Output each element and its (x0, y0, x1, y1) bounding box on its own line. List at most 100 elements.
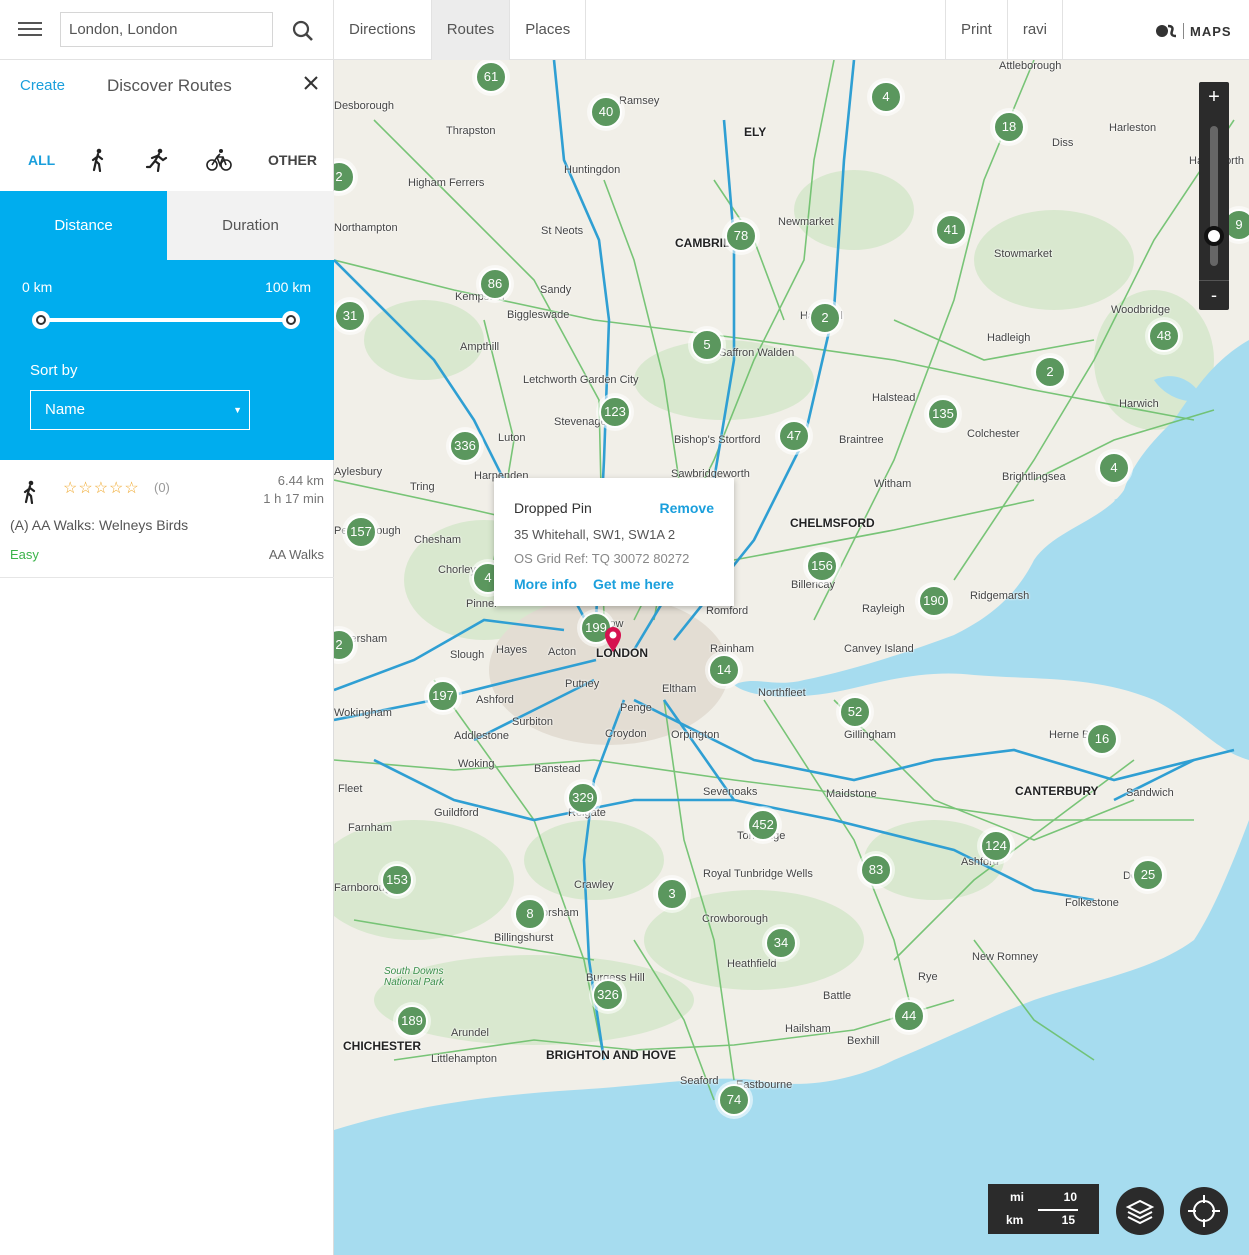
route-cluster-marker[interactable]: 2 (809, 302, 841, 334)
create-route-link[interactable]: Create (20, 77, 65, 94)
scale-km-label: km (1006, 1213, 1024, 1227)
place-label: Diss (1052, 137, 1074, 149)
slider-max-handle[interactable] (282, 311, 300, 329)
print-button[interactable]: Print (946, 0, 1008, 60)
route-cluster-marker[interactable]: 31 (334, 300, 366, 332)
more-info-link[interactable]: More info (514, 576, 577, 592)
cycling-icon[interactable] (206, 142, 232, 178)
route-cluster-marker[interactable]: 189 (396, 1005, 428, 1037)
place-label: Rayleigh (862, 603, 905, 615)
activity-all-tab[interactable]: ALL (28, 142, 55, 178)
place-label: Eltham (662, 683, 697, 695)
route-cluster-marker[interactable]: 135 (927, 398, 959, 430)
route-cluster-marker[interactable]: 197 (427, 680, 459, 712)
route-cluster-marker[interactable]: 8 (514, 898, 546, 930)
place-label: Littlehampton (431, 1053, 498, 1065)
route-cluster-marker[interactable]: 83 (860, 854, 892, 886)
tab-duration[interactable]: Duration (167, 191, 334, 260)
route-cluster-marker[interactable]: 329 (567, 782, 599, 814)
route-cluster-marker[interactable]: 74 (718, 1084, 750, 1116)
route-cluster-marker[interactable]: 452 (747, 809, 779, 841)
slider-min-handle[interactable] (32, 311, 50, 329)
place-label: Surbiton (512, 716, 553, 728)
place-label: Arundel (451, 1027, 489, 1039)
metric-tabs: Distance Duration (0, 191, 334, 260)
place-label: Addlestone (454, 730, 510, 742)
route-cluster-marker[interactable]: 190 (918, 585, 950, 617)
tab-routes[interactable]: Routes (431, 0, 511, 60)
get-me-here-link[interactable]: Get me here (593, 576, 674, 592)
zoom-slider-handle[interactable] (1204, 226, 1224, 246)
place-label: Northampton (334, 222, 398, 234)
place-label: South Downs National Park (384, 966, 445, 988)
route-cluster-marker[interactable]: 14 (708, 654, 740, 686)
routes-panel: Create Discover Routes ALL OTHER Distanc… (0, 60, 334, 1255)
place-label: Luton (498, 432, 526, 444)
route-cluster-marker[interactable]: 61 (475, 61, 507, 93)
place-label: Crawley (574, 879, 614, 891)
route-cluster-marker[interactable]: 47 (778, 420, 810, 452)
place-label: Braintree (839, 434, 884, 446)
map-canvas[interactable]: DesboroughRamseyELYAttleboroughEyeHarles… (334, 60, 1249, 1255)
tab-directions[interactable]: Directions (334, 0, 432, 60)
walking-icon[interactable] (88, 142, 108, 178)
route-cluster-marker[interactable]: 2 (1034, 356, 1066, 388)
route-cluster-marker[interactable]: 52 (839, 696, 871, 728)
route-list-item[interactable]: ☆☆☆☆☆ (0) 6.44 km 1 h 17 min (A) AA Walk… (0, 460, 334, 578)
zoom-in-button[interactable]: + (1199, 82, 1229, 112)
route-cluster-marker[interactable]: 40 (590, 96, 622, 128)
route-cluster-marker[interactable]: 157 (345, 516, 377, 548)
distance-slider-track[interactable] (40, 318, 292, 322)
route-cluster-marker[interactable]: 4 (1098, 452, 1130, 484)
route-cluster-marker[interactable]: 86 (479, 268, 511, 300)
dropped-pin-icon[interactable] (603, 625, 623, 653)
route-cluster-marker[interactable]: 326 (592, 979, 624, 1011)
close-icon[interactable] (300, 72, 322, 94)
route-cluster-marker[interactable]: 78 (725, 220, 757, 252)
place-label: Farnham (348, 822, 393, 834)
route-cluster-marker[interactable]: 156 (806, 550, 838, 582)
distance-filter: 0 km 100 km Sort by Name ▼ (0, 260, 334, 460)
route-cluster-marker[interactable]: 25 (1132, 859, 1164, 891)
route-cluster-marker[interactable]: 16 (1086, 723, 1118, 755)
route-cluster-marker[interactable]: 34 (765, 927, 797, 959)
route-cluster-marker[interactable]: 41 (935, 214, 967, 246)
place-label: Colchester (967, 428, 1020, 440)
sort-select[interactable]: Name ▼ (30, 390, 250, 430)
search-icon[interactable] (290, 18, 316, 44)
popup-title: Dropped Pin (514, 500, 592, 516)
route-cluster-marker[interactable]: 124 (980, 830, 1012, 862)
route-cluster-marker[interactable]: 153 (381, 864, 413, 896)
tab-places[interactable]: Places (510, 0, 587, 60)
place-label: Woking (458, 758, 495, 770)
route-cluster-marker[interactable]: 4 (870, 81, 902, 113)
user-menu[interactable]: ravi (1008, 0, 1064, 60)
os-maps-logo[interactable]: MAPS (1155, 20, 1232, 42)
place-label: Thrapston (446, 125, 496, 137)
route-cluster-marker[interactable]: 48 (1148, 320, 1180, 352)
zoom-out-button[interactable]: - (1199, 280, 1229, 310)
menu-icon[interactable] (14, 18, 46, 44)
route-cluster-marker[interactable]: 44 (893, 1000, 925, 1032)
place-label: Heathfield (727, 958, 777, 970)
locate-icon[interactable] (1180, 1187, 1228, 1235)
place-label: Ridgemarsh (970, 590, 1030, 602)
place-label: Billericay (791, 579, 836, 591)
place-label: Brightlingsea (1002, 471, 1066, 483)
route-cluster-marker[interactable]: 123 (599, 396, 631, 428)
route-cluster-marker[interactable]: 18 (993, 111, 1025, 143)
tab-distance[interactable]: Distance (0, 191, 167, 260)
activity-other-tab[interactable]: OTHER (268, 142, 317, 178)
search-input[interactable] (60, 12, 273, 47)
layers-icon[interactable] (1116, 1187, 1164, 1235)
place-label: Folkestone (1065, 897, 1119, 909)
place-label: Wokingham (334, 707, 392, 719)
route-cluster-marker[interactable]: 3 (656, 878, 688, 910)
remove-pin-link[interactable]: Remove (660, 500, 714, 516)
running-icon[interactable] (145, 142, 169, 178)
route-cluster-marker[interactable]: 5 (691, 329, 723, 361)
scale-mi-value: 10 (1063, 1190, 1077, 1204)
route-cluster-marker[interactable]: 336 (449, 430, 481, 462)
top-bar: Directions Routes Places Print ravi MAPS (0, 0, 1249, 60)
place-label: Gillingham (844, 729, 896, 741)
